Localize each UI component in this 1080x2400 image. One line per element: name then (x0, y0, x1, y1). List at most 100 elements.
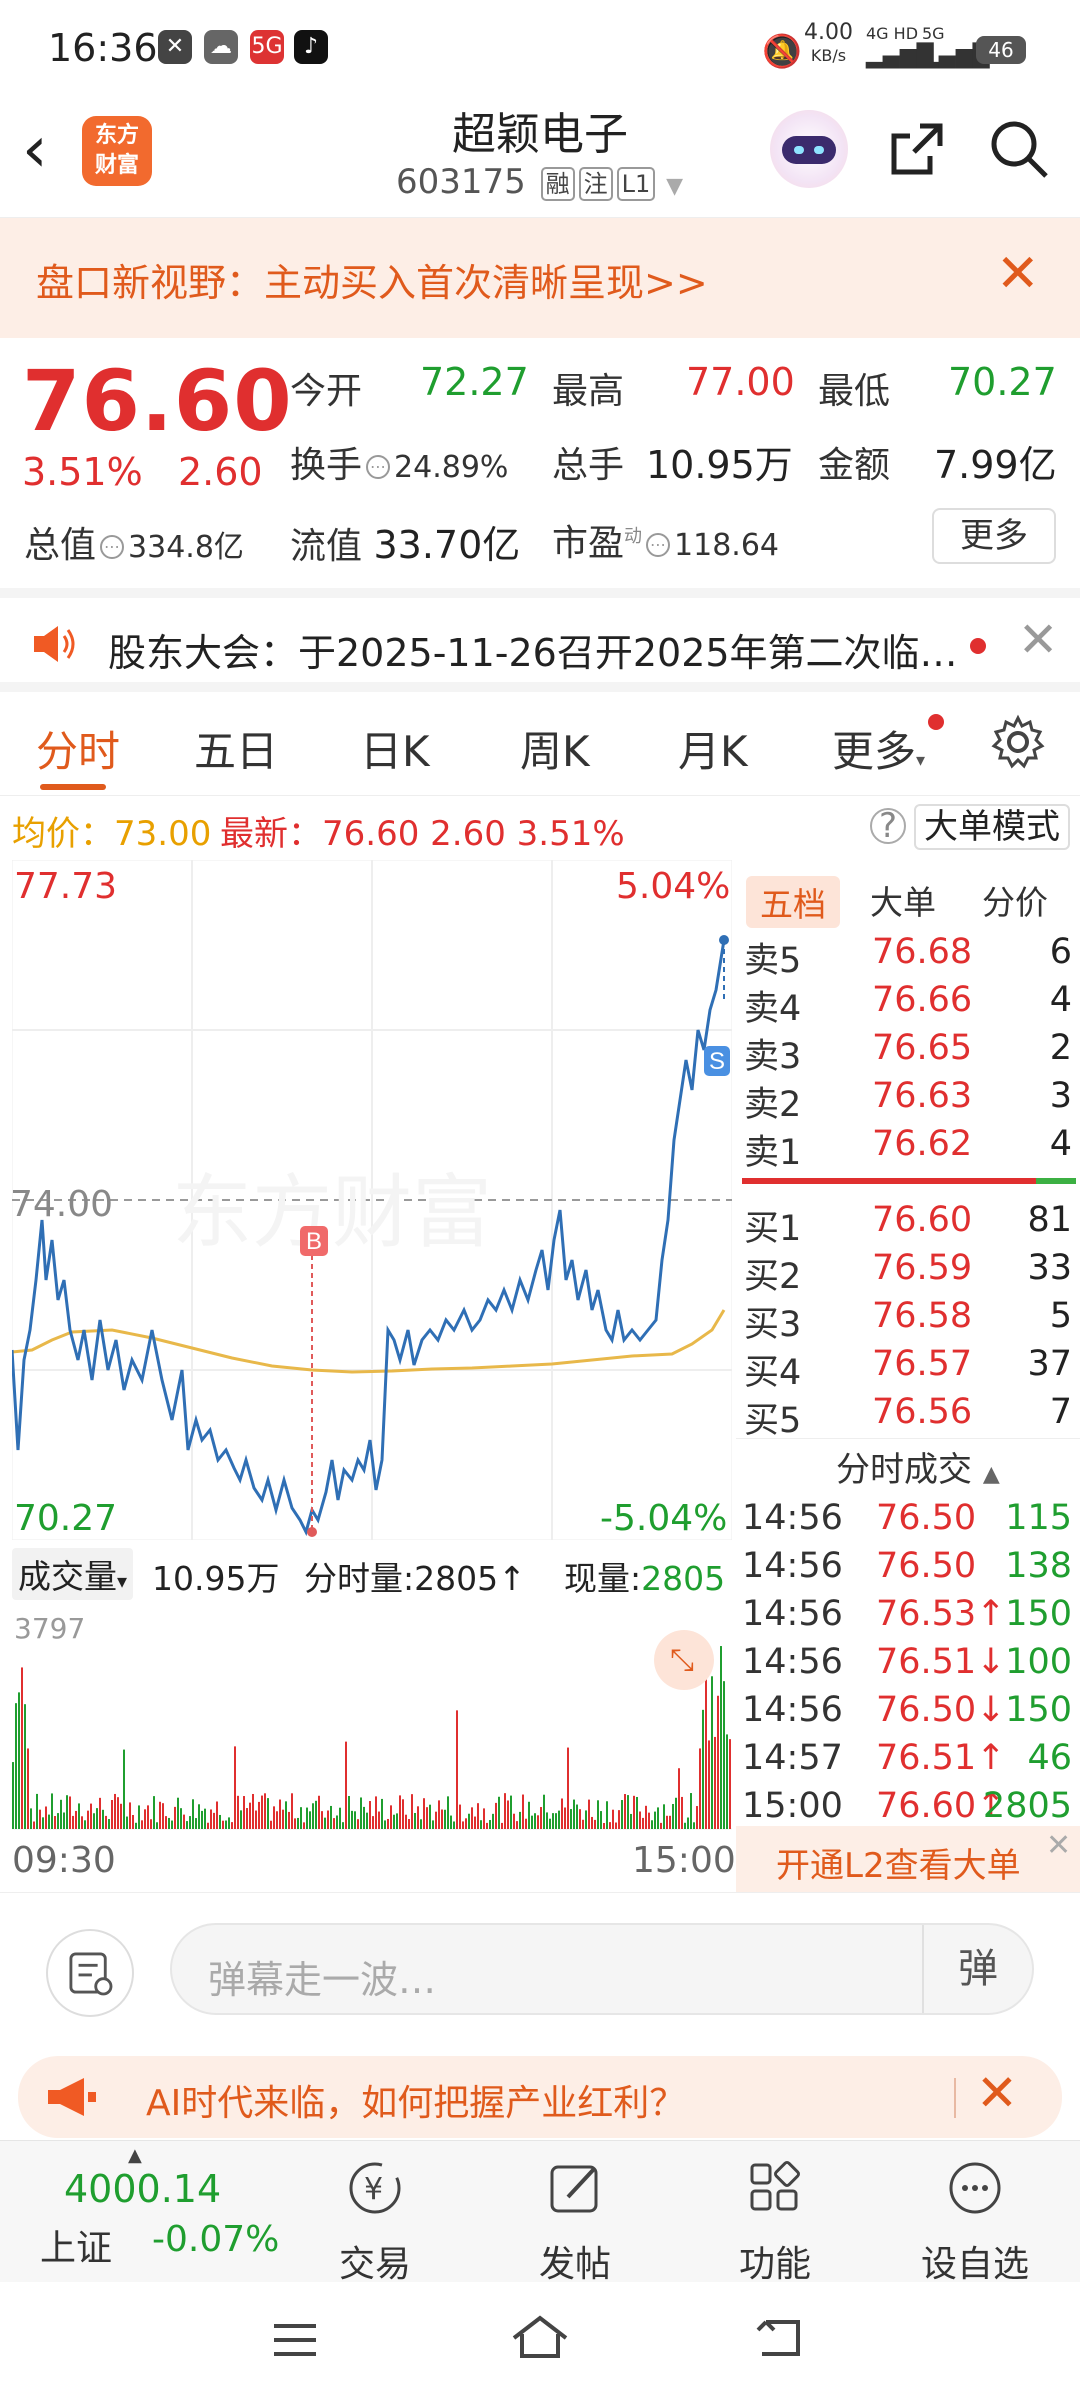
bid-row: 买4 76.57 37 (744, 1344, 1072, 1393)
tab-five-day[interactable]: 五日 (194, 718, 278, 779)
tab-weekly-k[interactable]: 周K (520, 718, 590, 779)
volume-bar (369, 1801, 371, 1829)
volume-bar (168, 1817, 170, 1829)
ask-row: 卖1 76.62 4 (744, 1124, 1072, 1173)
volume-bar (348, 1795, 350, 1829)
volume-bar (126, 1816, 128, 1829)
close-icon[interactable]: ✕ (1046, 1828, 1071, 1863)
danmaku-settings-icon[interactable] (46, 1929, 134, 2017)
volume-bar (309, 1811, 311, 1829)
gear-icon[interactable] (990, 714, 1046, 770)
volume-bar (462, 1821, 464, 1829)
l2-promo[interactable]: 开通L2查看大单 ✕ (736, 1826, 1080, 1892)
volume-bar (618, 1810, 620, 1829)
volume-bar (207, 1822, 209, 1829)
volume-bar (261, 1795, 263, 1829)
volume-bar (78, 1803, 80, 1829)
promo-banner[interactable]: 盘口新视野：主动买入首次清晰呈现>> ✕ (0, 218, 1080, 338)
pe-ratio: 市盈动 ⋯ 118.64 (552, 523, 779, 564)
tab-big-orders[interactable]: 大单 (870, 876, 936, 924)
volume-header: 成交量▾ 10.95万 分时量:2805↑ 现量:2805 (12, 1544, 732, 1602)
tab-price-dist[interactable]: 分价 (982, 876, 1048, 924)
volume-bar (15, 1703, 17, 1829)
volume-bar (696, 1806, 698, 1829)
volume-bar (45, 1806, 47, 1829)
tiktok-icon: ♪ (294, 30, 328, 64)
volume-bar (90, 1803, 92, 1829)
help-icon[interactable]: ? (870, 808, 906, 844)
volume-bar (315, 1800, 317, 1829)
volume-bar (546, 1812, 548, 1829)
close-icon[interactable]: ✕ (1018, 612, 1058, 668)
tag-l1: L1 (616, 166, 656, 201)
trade-row: 14:56 76.50 138 (742, 1546, 1072, 1586)
volume-bar (258, 1801, 260, 1829)
volume-bar (318, 1795, 320, 1829)
info-icon: ⋯ (100, 535, 125, 559)
menu-icon[interactable] (270, 2320, 320, 2360)
nav-functions[interactable]: 功能 (710, 2151, 840, 2285)
volume-bar (132, 1814, 134, 1829)
nav-watchlist[interactable]: 设自选 (910, 2151, 1040, 2285)
index-quote[interactable]: ▲ 4000.14 上证 -0.07% (0, 2141, 300, 2283)
trades-header[interactable]: 分时成交 ▲ (836, 1442, 1000, 1491)
unread-dot (970, 638, 986, 654)
tab-more[interactable]: 更多▾ (832, 718, 925, 779)
volume-bar (534, 1813, 536, 1829)
tab-more-dot (928, 714, 944, 730)
volume-bar (150, 1819, 152, 1829)
volume-bar (519, 1811, 521, 1829)
total-cap: 总值 ⋯ 334.8亿 (24, 525, 244, 566)
volume-bar (357, 1819, 359, 1829)
volume-bar (471, 1807, 473, 1829)
volume-bar (294, 1818, 296, 1829)
close-icon[interactable]: ✕ (976, 2064, 1018, 2122)
ai-assistant-icon[interactable] (770, 110, 848, 188)
volume-bar (648, 1812, 650, 1829)
close-icon[interactable]: ✕ (996, 244, 1040, 304)
big-order-mode-button[interactable]: 大单模式 (914, 804, 1070, 850)
notice-text: 股东大会：于2025-11-26召开2025年第二次临… (108, 631, 958, 675)
volume-bar (477, 1803, 479, 1829)
svg-text:B: B (306, 1228, 322, 1255)
tab-daily-k[interactable]: 日K (360, 718, 430, 779)
ad-banner[interactable]: AI时代来临，如何把握产业红利？ ✕ (18, 2056, 1062, 2138)
stock-code: 603175 (396, 162, 526, 202)
change-pct: 3.51% (22, 450, 143, 494)
nav-post[interactable]: 发帖 (510, 2151, 640, 2285)
tab-intraday[interactable]: 分时 (36, 718, 120, 779)
tab-five-levels[interactable]: 五档 (746, 876, 840, 928)
volume-selector[interactable]: 成交量▾ (12, 1548, 134, 1600)
android-icon: ☁ (204, 30, 238, 64)
volume-bar (594, 1819, 596, 1829)
danmaku-input[interactable]: 弹幕走一波… 弹 (170, 1923, 1034, 2015)
volume-bar (507, 1800, 509, 1829)
bottom-nav: ▲ 4000.14 上证 -0.07% ¥ 交易 发帖 功能 设自选 (0, 2140, 1080, 2285)
volume-bar (414, 1812, 416, 1829)
home-icon[interactable] (508, 2312, 572, 2362)
volume-bar (675, 1797, 677, 1829)
search-icon[interactable] (986, 116, 1052, 182)
volume-bar (420, 1819, 422, 1829)
more-button[interactable]: 更多 (932, 508, 1056, 564)
nav-trade[interactable]: ¥ 交易 (310, 2151, 440, 2285)
send-danmaku-button[interactable]: 弹 (922, 1925, 1032, 2013)
share-icon[interactable] (884, 116, 950, 182)
volume-bar (465, 1818, 467, 1829)
volume-bar (723, 1681, 725, 1829)
trade-row: 14:56 76.50↓ 150 (742, 1690, 1072, 1730)
volume-bar (714, 1736, 716, 1829)
volume-bar (600, 1811, 602, 1829)
stock-code-row[interactable]: 603175 融注 L1 ▼ (396, 162, 683, 202)
volume-bar (36, 1793, 38, 1829)
back-nav-icon[interactable] (752, 2314, 808, 2360)
volume-bar (105, 1815, 107, 1829)
volume-bar (513, 1813, 515, 1829)
volume-bar (96, 1808, 98, 1829)
svg-text:¥: ¥ (364, 2172, 383, 2207)
intraday-chart[interactable]: 东方财富 B S (12, 860, 732, 1540)
volume-bar (720, 1646, 722, 1829)
notice-bar[interactable]: 股东大会：于2025-11-26召开2025年第二次临… ✕ (0, 588, 1080, 692)
volume-max: 3797 (14, 1612, 86, 1645)
tab-monthly-k[interactable]: 月K (678, 718, 748, 779)
